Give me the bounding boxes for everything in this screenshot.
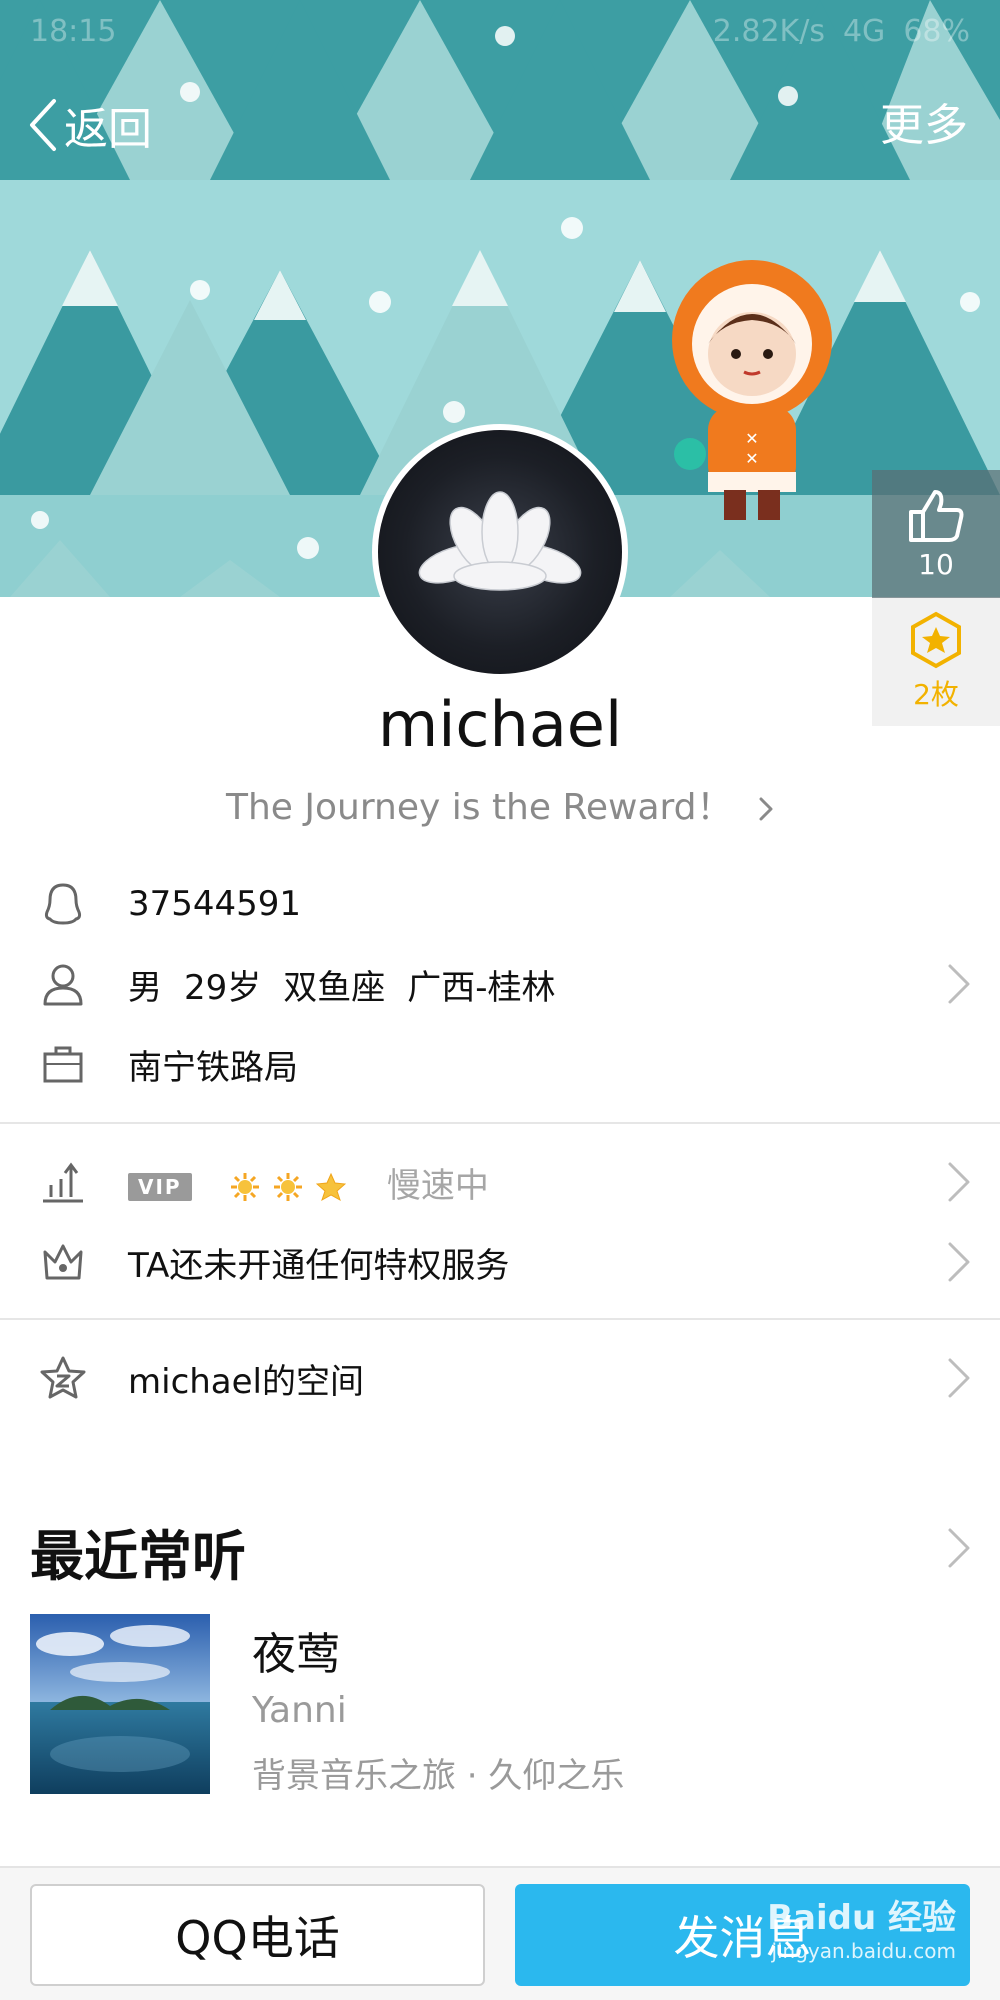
signature-text: The Journey is the Reward！ [226,787,733,828]
watermark-brand: Baidu 经验 [767,1898,956,1938]
star-level-icon [316,1172,347,1202]
thumbs-up-icon [909,489,964,542]
crown-icon [40,1239,86,1285]
divider [0,1318,1000,1320]
network-type: 4G [842,13,886,49]
album-cover[interactable] [30,1614,210,1794]
back-chevron-icon [30,99,56,151]
penguin-icon [40,881,86,927]
chevron-right-icon [759,797,773,821]
svg-text:✕: ✕ [745,429,758,448]
zodiac-text: 双鱼座 [283,967,386,1008]
sun-level-icon [274,1173,303,1201]
avatar[interactable] [372,424,628,680]
sun-level-icon [231,1173,260,1201]
song-title: 夜莺 [252,1629,340,1680]
qq-call-button[interactable]: QQ电话 [30,1884,485,1986]
level-chart-icon [40,1159,86,1205]
gender-text: 男 [128,967,162,1008]
svg-text:✕: ✕ [745,449,758,468]
like-button[interactable]: 10 [872,470,1000,598]
age-text: 29岁 [184,967,262,1008]
qzone-label: michael的空间 [128,1361,365,1402]
like-count: 10 [918,547,954,581]
song-artist: Yanni [252,1690,347,1731]
watermark-url: jingyan.baidu.com [771,1939,956,1963]
divider [0,1122,1000,1124]
qq-number: 37544591 [128,884,302,924]
network-speed: 2.82K/s [712,13,825,49]
chevron-right-icon[interactable] [944,1526,974,1570]
song-album: 背景音乐之旅 · 久仰之乐 [252,1756,625,1796]
status-bar: 18:15 2.82K/s 4G 68% [0,0,1000,62]
chevron-right-icon [948,1162,970,1202]
personal-info-row[interactable]: 男 29岁 双鱼座 广西-桂林 [0,944,1000,1024]
more-button[interactable]: 更多 [880,96,968,156]
signature-row[interactable]: The Journey is the Reward！ [0,778,1000,830]
briefcase-icon [40,1041,86,1087]
lotus-flower-image [418,491,582,591]
status-time: 18:15 [30,13,117,49]
chevron-right-icon [948,964,970,1004]
vip-tag: VIP [128,1173,192,1201]
profile-name: michael [377,688,623,761]
chevron-right-icon [948,1358,970,1398]
qq-number-row: 37544591 [0,864,1000,944]
company-text: 南宁铁路局 [128,1047,298,1088]
back-button[interactable]: 返回 [26,92,152,158]
recent-listening-title: 最近常听 [30,1525,246,1588]
speed-status: 慢速中 [386,1165,489,1206]
battery-level: 68% [903,13,970,49]
person-icon [40,961,86,1007]
baidu-jingyan-watermark: Baidu 经验 jingyan.baidu.com [767,1890,956,1963]
privilege-text: TA还未开通任何特权服务 [128,1245,510,1286]
chevron-right-icon [948,1242,970,1282]
location-text: 广西-桂林 [407,967,556,1008]
qzone-star-icon [40,1355,86,1401]
company-row: 南宁铁路局 [0,1024,1000,1104]
side-panel: 10 2枚 [872,470,1000,726]
badge-button[interactable]: 2枚 [872,598,1000,726]
qzone-row[interactable]: michael的空间 [0,1338,1000,1418]
privilege-row[interactable]: TA还未开通任何特权服务 [0,1222,1000,1302]
back-label: 返回 [64,104,152,155]
level-row[interactable]: VIP 慢速中 [0,1142,1000,1222]
seascape-cover-image [30,1614,210,1794]
badge-count: 2枚 [913,678,959,711]
medal-star-icon [911,611,961,669]
